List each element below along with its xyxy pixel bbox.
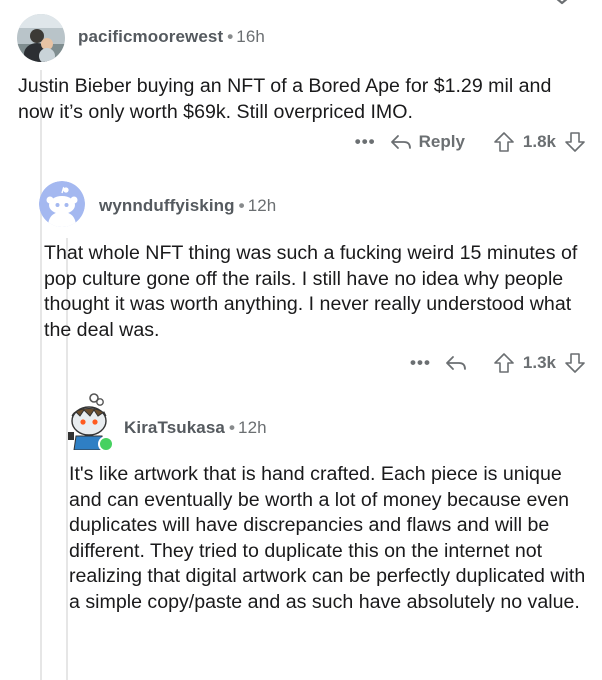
comment-body: It's like artwork that is hand crafted. … (69, 463, 586, 613)
separator: • (228, 418, 236, 437)
avatar[interactable] (17, 14, 65, 62)
timestamp: 16h (236, 27, 265, 46)
reply-button[interactable]: Reply (390, 132, 465, 152)
avatar[interactable] (64, 392, 114, 452)
reply-button[interactable] (445, 354, 467, 372)
separator: • (238, 196, 245, 215)
more-options-button[interactable]: ••• (410, 353, 431, 373)
username[interactable]: pacificmoorewest (78, 27, 223, 46)
vote-count: 1.3k (522, 353, 556, 372)
chevron-down-icon[interactable] (552, 0, 572, 8)
downvote-icon[interactable] (564, 352, 586, 374)
avatar[interactable] (39, 181, 85, 227)
vote-controls: 1.3k (493, 352, 586, 374)
comment-actions: ••• 1.3k (410, 352, 586, 374)
vote-controls: 1.8k (493, 131, 586, 153)
downvote-icon[interactable] (564, 131, 586, 153)
reply-label: Reply (418, 132, 465, 151)
comment-author[interactable]: pacificmoorewest • 16h (78, 27, 265, 47)
comment-author[interactable]: KiraTsukasa • 12h (124, 418, 267, 438)
thread-line[interactable] (40, 70, 42, 680)
upvote-icon[interactable] (493, 352, 515, 374)
online-status-icon (98, 436, 114, 452)
comment-actions: ••• Reply 1.8k (355, 131, 586, 153)
timestamp: 12h (247, 196, 277, 215)
comment-author[interactable]: wynnduffyisking • 12h (99, 196, 276, 216)
comment-body: That whole NFT thing was such a fucking … (44, 242, 578, 341)
reply-icon (390, 135, 411, 149)
reply-icon (446, 356, 466, 370)
upvote-icon[interactable] (493, 131, 515, 153)
username[interactable]: wynnduffyisking (99, 196, 235, 215)
timestamp: 12h (238, 418, 267, 437)
separator: • (227, 27, 234, 46)
more-options-button[interactable]: ••• (355, 132, 376, 152)
comment-body: Justin Bieber buying an NFT of a Bored A… (18, 75, 552, 123)
vote-count: 1.8k (522, 132, 556, 151)
username[interactable]: KiraTsukasa (124, 418, 225, 437)
